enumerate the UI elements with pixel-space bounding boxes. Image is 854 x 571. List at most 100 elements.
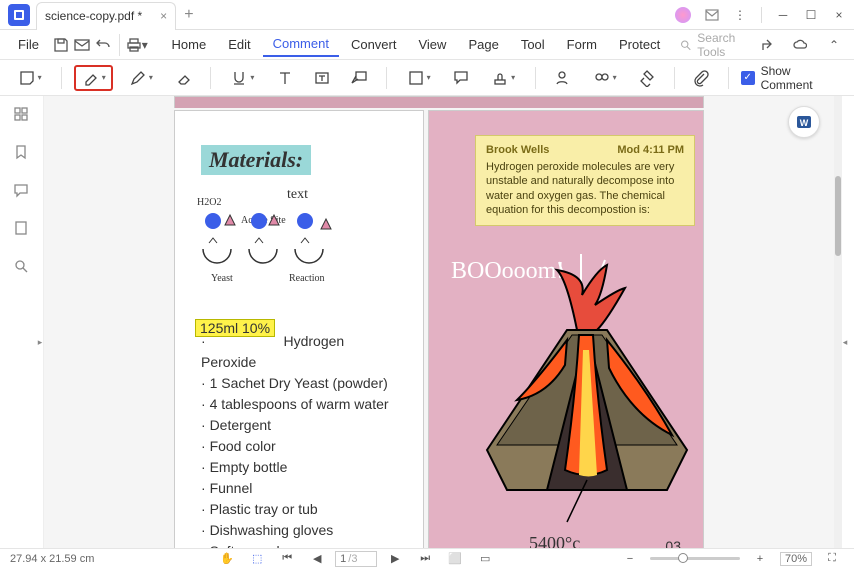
temperature-label: 5400°c (529, 533, 580, 548)
scroll-thumb[interactable] (835, 176, 841, 256)
comment-note[interactable]: Brook Wells Mod 4:11 PM Hydrogen peroxid… (475, 135, 695, 226)
stamp-tool[interactable]: ▾ (484, 65, 523, 91)
bookmark-icon[interactable] (13, 144, 31, 162)
show-comment-toggle[interactable]: ✓ Show Comment (741, 64, 844, 92)
save-icon[interactable] (51, 33, 70, 57)
link-tool[interactable] (632, 65, 661, 91)
list-item: Food color (201, 436, 397, 457)
highlighted-text[interactable]: 125ml 10% (195, 319, 275, 337)
note-tool[interactable]: ▾ (10, 65, 49, 91)
reaction-diagram: text H2O2 Active Site Yeast Reaction (201, 191, 397, 291)
page-right: Brook Wells Mod 4:11 PM Hydrogen peroxid… (428, 110, 704, 548)
shape-tool[interactable]: ▾ (399, 65, 438, 91)
word-export-icon[interactable]: W (788, 106, 820, 138)
undo-icon[interactable] (94, 33, 113, 57)
menu-form[interactable]: Form (557, 33, 607, 56)
close-tab-icon[interactable]: × (160, 9, 167, 23)
page-dimensions: 27.94 x 21.59 cm (10, 553, 94, 565)
titlebar: science-copy.pdf * × + ⋮ ─ ☐ × (0, 0, 854, 30)
zoom-knob[interactable] (678, 553, 688, 563)
maximize-button[interactable]: ☐ (804, 8, 818, 22)
app-icon (8, 4, 30, 26)
thumbnails-icon[interactable] (13, 106, 31, 124)
expand-left-icon[interactable]: ▸ (36, 322, 44, 362)
show-comment-label: Show Comment (761, 64, 844, 92)
list-item: Plastic tray or tub (201, 499, 397, 520)
text-tool[interactable] (270, 65, 299, 91)
last-page-icon[interactable]: ⏭ (413, 547, 437, 571)
attachments-panel-icon[interactable] (13, 220, 31, 238)
page-number-field[interactable]: 1/3 (335, 551, 377, 567)
attachment-tool[interactable] (687, 65, 716, 91)
main-area: ▸ W Materials: text H2O2 Active Site Yea… (0, 96, 854, 548)
fit-width-icon[interactable]: ▭ (473, 547, 497, 571)
fullscreen-icon[interactable]: ⛶ (820, 547, 844, 571)
menu-comment[interactable]: Comment (263, 32, 339, 57)
comment-body: Hydrogen peroxide molecules are very uns… (486, 160, 684, 217)
share-icon[interactable] (754, 33, 778, 57)
highlight-tool[interactable]: ▾ (74, 65, 113, 91)
print-icon[interactable]: ▾ (126, 33, 148, 57)
zoom-value[interactable]: 70% (780, 552, 812, 566)
menu-view[interactable]: View (408, 33, 456, 56)
fit-page-icon[interactable]: ⬜ (443, 547, 467, 571)
menu-page[interactable]: Page (458, 33, 508, 56)
expand-right-icon[interactable]: ◂ (841, 322, 849, 362)
first-page-icon[interactable]: ⏮ (275, 547, 299, 571)
search-tools[interactable]: Search Tools (680, 31, 752, 59)
zoom-in-icon[interactable]: + (748, 547, 772, 571)
left-sidebar: ▸ (0, 96, 44, 548)
svg-text:W: W (800, 118, 809, 128)
checkbox-checked-icon: ✓ (741, 71, 755, 85)
cloud-icon[interactable] (788, 33, 812, 57)
materials-list: 125ml 10% Hydrogen Peroxide 1 Sachet Dry… (201, 331, 397, 548)
more-icon[interactable]: ⋮ (733, 8, 747, 22)
search-panel-icon[interactable] (13, 258, 31, 276)
mail-icon[interactable] (72, 33, 91, 57)
menu-tool[interactable]: Tool (511, 33, 555, 56)
document-tab[interactable]: science-copy.pdf * × (36, 2, 176, 30)
zoom-slider[interactable] (650, 557, 740, 560)
minimize-button[interactable]: ─ (776, 8, 790, 22)
collapse-ribbon-icon[interactable]: ⌃ (822, 33, 846, 57)
eraser-tool[interactable] (169, 65, 198, 91)
list-item: Detergent (201, 415, 397, 436)
list-item: 4 tablespoons of warm water (201, 394, 397, 415)
comments-panel-icon[interactable] (13, 182, 31, 200)
list-item: 125ml 10% Hydrogen Peroxide (201, 331, 397, 373)
volcano-illustration: BOOooom! (447, 240, 685, 548)
menu-edit[interactable]: Edit (218, 33, 260, 56)
menu-convert[interactable]: Convert (341, 33, 407, 56)
next-page-icon[interactable]: ▶ (383, 547, 407, 571)
notification-icon[interactable] (705, 8, 719, 22)
zoom-out-icon[interactable]: − (618, 547, 642, 571)
list-item: Funnel (201, 478, 397, 499)
assistant-icon[interactable] (675, 7, 691, 23)
document-canvas[interactable]: W Materials: text H2O2 Active Site Yeast… (44, 96, 834, 548)
statusbar: 27.94 x 21.59 cm ✋ ⬚ ⏮ ◀ 1/3 ▶ ⏭ ⬜ ▭ − +… (0, 548, 854, 568)
select-tool-icon[interactable]: ⬚ (245, 547, 269, 571)
list-item: Dishwashing gloves (201, 520, 397, 541)
underline-tool[interactable]: ▾ (223, 65, 262, 91)
close-window-button[interactable]: × (832, 8, 846, 22)
list-item: 1 Sachet Dry Yeast (powder) (201, 373, 397, 394)
prev-page-icon[interactable]: ◀ (305, 547, 329, 571)
signature-tool[interactable] (548, 65, 577, 91)
prev-page-strip (174, 96, 704, 108)
page-left: Materials: text H2O2 Active Site Yeast R… (174, 110, 424, 548)
callout-tool[interactable] (345, 65, 374, 91)
menu-home[interactable]: Home (162, 33, 217, 56)
pencil-tool[interactable]: ▾ (121, 65, 160, 91)
comment-author: Brook Wells (486, 144, 549, 156)
search-placeholder: Search Tools (697, 31, 752, 59)
stamp2-tool[interactable]: ▾ (585, 65, 624, 91)
list-item: Safty goggles (201, 541, 397, 548)
textbox-tool[interactable] (307, 65, 336, 91)
materials-heading: Materials: (201, 145, 311, 175)
page-number: 03 (665, 538, 681, 548)
hand-tool-icon[interactable]: ✋ (215, 547, 239, 571)
file-menu[interactable]: File (8, 33, 49, 56)
comment-bubble-tool[interactable] (446, 65, 475, 91)
menu-protect[interactable]: Protect (609, 33, 670, 56)
new-tab-button[interactable]: + (184, 6, 193, 24)
